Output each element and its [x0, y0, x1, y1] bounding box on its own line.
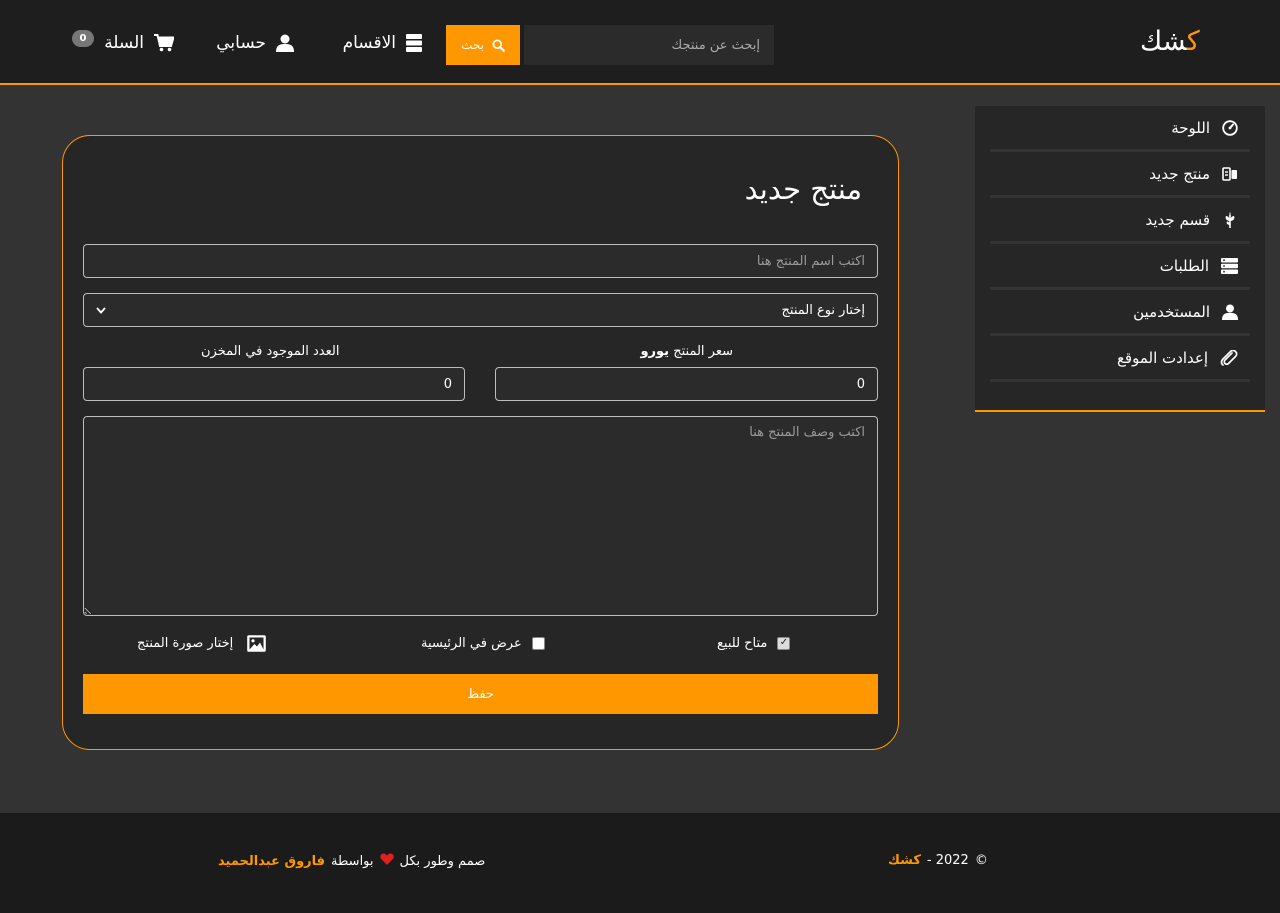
copyright-year: 2022 -: [926, 853, 969, 868]
user-icon: [276, 34, 294, 52]
image-icon: [247, 634, 267, 652]
show-on-homepage-label: عرض في الرئيسية: [421, 635, 522, 651]
page-title: منتج جديد: [744, 172, 862, 206]
credit-prefix: صمم وطور بكل: [399, 853, 486, 869]
cart-icon: [154, 34, 174, 52]
sidebar-item-new-category[interactable]: قسم جديد: [990, 198, 1250, 244]
sidebar-item-orders[interactable]: الطلبات: [990, 244, 1250, 290]
choose-image-button[interactable]: إختار صورة المنتج: [137, 632, 267, 654]
footer-credit: صمم وطور بكل بواسطة فاروق عبدالحميد: [218, 853, 485, 869]
footer-brand[interactable]: كشك: [888, 853, 921, 868]
show-on-homepage-option: عرض في الرئيسية: [421, 632, 545, 654]
price-label: سعر المنتج يورو: [640, 344, 733, 359]
available-for-sale-option: متاح للبيع: [717, 632, 791, 654]
search-icon: [492, 38, 505, 52]
server-icon: [1221, 257, 1238, 274]
product-icon: [1222, 166, 1238, 182]
description-field[interactable]: [83, 416, 878, 616]
stock-label: العدد الموجود في المخزن: [201, 344, 340, 359]
sidebar-item-label: إعدادت الموقع: [1116, 348, 1208, 367]
search-button-label: بحث: [461, 38, 484, 52]
stock-field[interactable]: [83, 367, 465, 401]
top-navbar: كشك بحث الاقسام حسابي السلة 0: [0, 0, 1280, 85]
price-label-text: سعر المنتج: [673, 344, 733, 359]
cart-count-badge: 0: [72, 30, 94, 47]
nav-account[interactable]: حسابي: [206, 28, 294, 58]
heart-icon: [379, 853, 394, 869]
available-for-sale-checkbox[interactable]: [777, 636, 791, 650]
product-type-select-value: إختار نوع المنتج: [781, 302, 866, 318]
sidebar-item-dashboard[interactable]: اللوحة: [990, 106, 1250, 152]
copyright-symbol: ©: [974, 853, 988, 868]
new-product-form: منتج جديد إختار نوع المنتج سعر المنتج يو…: [62, 135, 899, 750]
gauge-icon: [1222, 119, 1238, 136]
footer-copyright: © 2022 - كشك: [888, 853, 988, 868]
product-name-field[interactable]: [83, 244, 878, 278]
nav-categories[interactable]: الاقسام: [326, 28, 422, 58]
admin-sidebar: اللوحة منتج جديد قسم جديد الطلبات المستخ…: [975, 106, 1265, 412]
sidebar-item-label: المستخدمين: [1133, 302, 1210, 321]
save-button[interactable]: حفظ: [83, 674, 878, 714]
sidebar-item-site-settings[interactable]: إعدادت الموقع: [990, 336, 1250, 382]
user-icon: [1222, 303, 1238, 320]
sidebar-item-new-product[interactable]: منتج جديد: [990, 152, 1250, 198]
site-logo[interactable]: كشك: [1140, 24, 1220, 60]
show-on-homepage-checkbox[interactable]: [531, 636, 545, 650]
logo-text: كشك: [1140, 26, 1200, 57]
search-input[interactable]: [524, 25, 774, 65]
search-button[interactable]: بحث: [446, 25, 520, 65]
chevron-down-icon: [96, 303, 106, 317]
price-field[interactable]: [495, 367, 878, 401]
sidebar-item-users[interactable]: المستخدمين: [990, 290, 1250, 336]
product-type-select[interactable]: إختار نوع المنتج: [83, 293, 878, 327]
author-link[interactable]: فاروق عبدالحميد: [218, 854, 325, 869]
nav-cart-label: السلة: [104, 33, 144, 53]
price-currency: يورو: [640, 344, 670, 359]
nav-categories-label: الاقسام: [342, 33, 396, 53]
available-for-sale-label: متاح للبيع: [717, 635, 768, 651]
nav-account-label: حسابي: [216, 33, 266, 53]
nav-cart[interactable]: السلة 0: [72, 28, 174, 58]
list-icon: [406, 34, 422, 52]
credit-by: بواسطة: [331, 853, 374, 869]
leaf-icon: [1222, 211, 1238, 228]
footer: صمم وطور بكل بواسطة فاروق عبدالحميد © 20…: [0, 813, 1280, 913]
sidebar-item-label: قسم جديد: [1145, 210, 1211, 229]
paperclip-icon: [1220, 349, 1238, 366]
choose-image-label: إختار صورة المنتج: [137, 635, 234, 651]
sidebar-item-label: الطلبات: [1159, 256, 1209, 275]
sidebar-item-label: اللوحة: [1171, 118, 1210, 137]
sidebar-item-label: منتج جديد: [1149, 164, 1210, 183]
